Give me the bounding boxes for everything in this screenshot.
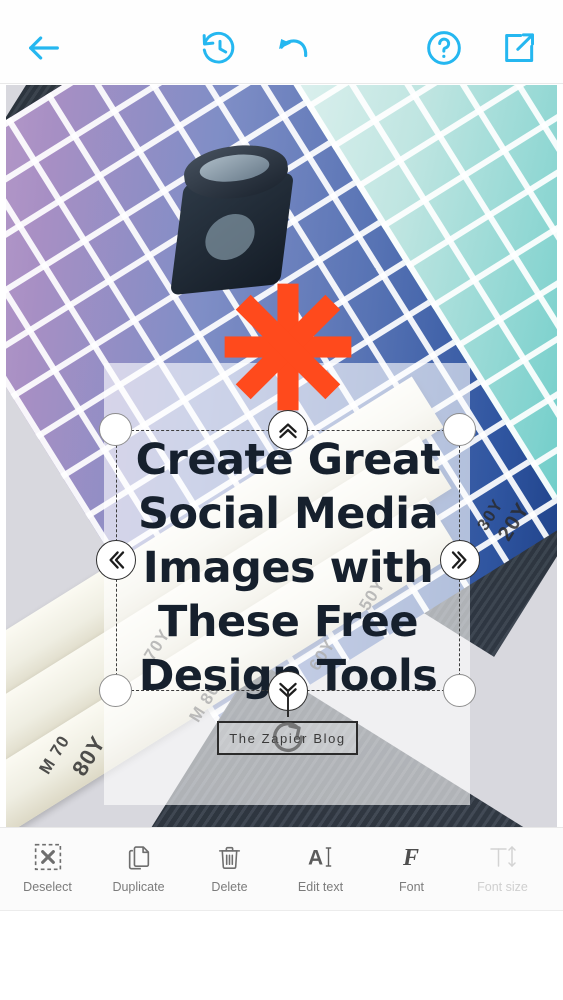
svg-text:A: A (308, 847, 323, 870)
chevron-left-handle[interactable] (96, 540, 136, 580)
edit-text-icon: A (306, 836, 336, 878)
bottom-navigation: 1 (0, 911, 563, 1000)
deselect-icon (34, 836, 62, 878)
resize-handle-top-left[interactable] (99, 413, 132, 446)
design-canvas[interactable]: M 70 M 80 70Y 80Y 50Y 60Y 30Y 20Y (6, 85, 557, 827)
tool-label: Duplicate (112, 880, 165, 894)
subtitle-connector (287, 691, 289, 717)
undo-icon[interactable] (274, 28, 314, 68)
tool-label: Delete (211, 880, 248, 894)
zapier-asterisk-logo[interactable] (222, 281, 354, 413)
tool-duplicate[interactable]: Duplicate (93, 836, 184, 906)
resize-handle-top-right[interactable] (443, 413, 476, 446)
tool-font[interactable]: F Font (366, 836, 457, 906)
back-arrow-icon[interactable] (24, 28, 64, 68)
duplicate-icon (125, 836, 153, 878)
tool-label: Deselect (23, 880, 72, 894)
help-circle-icon[interactable] (424, 28, 464, 68)
rotate-icon[interactable] (268, 717, 308, 757)
font-icon: F (397, 836, 427, 878)
tool-label: Font size (477, 880, 528, 894)
tool-deselect[interactable]: Deselect (2, 836, 93, 906)
tool-label: Font (398, 880, 424, 894)
font-size-icon (487, 836, 519, 878)
tool-font-size[interactable]: Font size (457, 836, 548, 906)
resize-handle-bottom-right[interactable] (443, 674, 476, 707)
history-icon[interactable] (199, 28, 239, 68)
selection-bounding-box (116, 430, 460, 691)
trash-icon (216, 836, 243, 878)
chevron-right-handle[interactable] (440, 540, 480, 580)
tool-delete[interactable]: Delete (184, 836, 275, 906)
tool-label: Edit text (297, 880, 344, 894)
share-export-icon[interactable] (499, 28, 539, 68)
edit-toolbar: Deselect Duplicate Delete A Edit text F … (0, 827, 563, 911)
top-toolbar (0, 0, 563, 84)
chevron-up-handle[interactable] (268, 410, 308, 450)
app-root: M 70 M 80 70Y 80Y 50Y 60Y 30Y 20Y (0, 0, 563, 1000)
resize-handle-bottom-left[interactable] (99, 674, 132, 707)
tool-edit-text[interactable]: A Edit text (275, 836, 366, 906)
loupe-magnifier (156, 139, 306, 300)
svg-text:F: F (402, 845, 419, 871)
